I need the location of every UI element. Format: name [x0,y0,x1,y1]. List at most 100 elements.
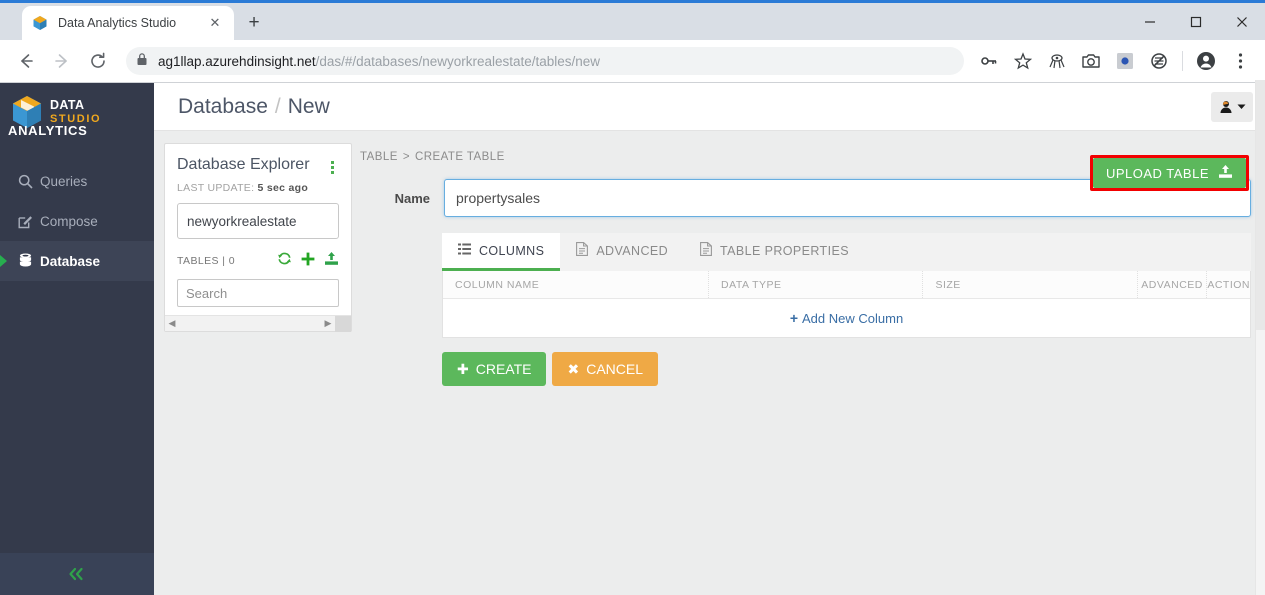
star-icon[interactable] [1009,47,1037,75]
maximize-button[interactable] [1173,3,1219,40]
upload-icon [1218,164,1233,182]
grid-header-advanced: ADVANCED [1138,271,1207,298]
grid-header-action: ACTION [1207,271,1250,298]
user-account-menu[interactable] [1211,92,1253,122]
table-name-label: Name [354,191,444,206]
address-bar[interactable]: ag1llap.azurehdinsight.net/das/#/databas… [126,47,964,75]
database-icon [18,253,40,269]
compose-icon [18,214,40,229]
explorer-last-update: LAST UPDATE: 5 sec ago [177,182,339,194]
plus-icon: ✚ [457,361,469,378]
browser-window: Data Analytics Studio ✕ + [0,0,1265,595]
kebab-menu-icon[interactable] [1226,47,1254,75]
sidebar-spacer [0,281,154,553]
upload-icon[interactable] [324,251,339,271]
application-root: DATA STUDIO ANALYTICS Queries Compose [0,83,1265,595]
page-scrollbar[interactable] [1255,80,1265,595]
record-icon[interactable] [1111,47,1139,75]
omnibox-actions [972,47,1040,75]
more-options-icon[interactable] [325,156,339,174]
sidebar-item-label: Compose [40,214,98,229]
camera-icon[interactable] [1077,47,1105,75]
app-header: Database/New [154,83,1265,131]
minimize-button[interactable] [1127,3,1173,40]
back-button[interactable] [11,46,41,76]
sidebar-item-queries[interactable]: Queries [0,161,154,201]
app-logo-text: DATA STUDIO [50,99,101,125]
create-button[interactable]: ✚ CREATE [442,352,546,386]
tab-advanced[interactable]: ADVANCED [560,233,684,271]
forward-button[interactable] [47,46,77,76]
form-actions: ✚ CREATE ✖ CANCEL [442,352,1251,386]
tab-label: TABLE PROPERTIES [720,244,849,258]
form-tabs: COLUMNS ADVANCED TABLE PRO [442,233,1251,271]
sidebar-item-database[interactable]: Database [0,241,154,281]
add-new-column-button[interactable]: + Add New Column [790,310,903,326]
tab-columns[interactable]: COLUMNS [442,233,560,271]
profile-avatar-icon[interactable] [1192,47,1220,75]
search-icon [18,174,40,189]
grid-header-size: SIZE [923,271,1137,298]
url-domain: ag1llap.azurehdinsight.net [158,54,316,69]
database-selector[interactable]: newyorkrealestate [177,203,339,239]
breadcrumb-root[interactable]: Database [178,95,268,118]
cube-favicon [32,15,48,31]
database-explorer-panel: Database Explorer LAST UPDATE: 5 sec ago… [164,143,352,332]
url-text: ag1llap.azurehdinsight.net/das/#/databas… [158,54,600,69]
page-scrollbar-thumb [1256,80,1265,330]
chevron-down-icon [1237,102,1246,111]
spider-icon[interactable] [1043,47,1071,75]
explorer-horizontal-scrollbar[interactable]: ◀ ▶ [165,315,351,331]
tables-count-label: TABLES | 0 [177,255,235,267]
new-tab-button[interactable]: + [240,9,268,37]
database-explorer-column: Database Explorer LAST UPDATE: 5 sec ago… [154,131,354,595]
window-controls [1127,3,1265,40]
last-update-label: LAST UPDATE: [177,182,254,194]
tables-label-text: TABLES [177,255,219,267]
grid-header-data-type: DATA TYPE [709,271,923,298]
breadcrumb-leaf: New [288,95,330,118]
tables-count: 0 [229,255,235,267]
scroll-thumb[interactable] [335,316,351,332]
lock-icon [136,52,148,71]
tab-table-properties[interactable]: TABLE PROPERTIES [684,233,865,271]
app-content-column: Database/New Database Explore [154,83,1265,595]
close-window-button[interactable] [1219,3,1265,40]
document-icon [700,242,712,259]
app-sidebar: DATA STUDIO ANALYTICS Queries Compose [0,83,154,595]
logo-line-analytics: ANALYTICS [8,123,88,138]
sidebar-item-label: Queries [40,174,87,189]
reload-button[interactable] [83,46,113,76]
create-button-label: CREATE [476,361,532,377]
cancel-button[interactable]: ✖ CANCEL [552,352,658,386]
extension-icons [1040,47,1176,75]
breadcrumb-table[interactable]: TABLE [360,151,398,163]
search-placeholder: Search [186,286,227,301]
selected-database: newyorkrealestate [187,214,297,229]
tables-summary-row: TABLES | 0 [177,251,339,271]
browser-tab-title: Data Analytics Studio [58,16,206,30]
explorer-title: Database Explorer [177,156,325,174]
add-icon[interactable] [301,252,315,271]
columns-grid: COLUMN NAME DATA TYPE SIZE ADVANCED ACTI… [442,271,1251,338]
scroll-right-icon[interactable]: ▶ [321,318,335,329]
key-icon[interactable] [975,47,1003,75]
tab-label: ADVANCED [596,244,668,258]
x-icon: ✖ [567,361,579,378]
upload-table-button[interactable]: UPLOAD TABLE [1093,158,1246,188]
table-search-input[interactable]: Search [177,279,339,307]
sidebar-item-label: Database [40,254,100,269]
sidebar-collapse-button[interactable] [0,553,154,595]
browser-toolbar: ag1llap.azurehdinsight.net/das/#/databas… [0,40,1265,83]
sidebar-item-compose[interactable]: Compose [0,201,154,241]
upload-table-label: UPLOAD TABLE [1106,166,1209,181]
refresh-icon[interactable] [277,251,292,271]
close-icon[interactable]: ✕ [206,14,224,32]
page-title: Database/New [178,95,330,119]
grid-header-column-name: COLUMN NAME [443,271,709,298]
browser-tab[interactable]: Data Analytics Studio ✕ [22,6,234,40]
scroll-left-icon[interactable]: ◀ [165,318,179,329]
blocked-icon[interactable] [1145,47,1173,75]
plus-icon: + [790,310,798,326]
url-path: /das/#/databases/newyorkrealestate/table… [316,54,600,69]
